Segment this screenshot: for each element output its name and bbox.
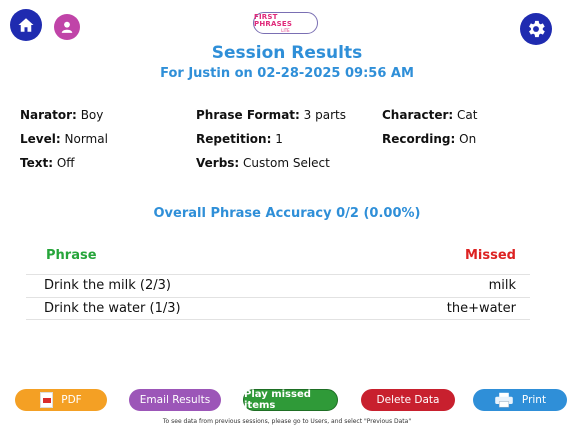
logo-subtext: LITE — [281, 27, 290, 33]
logo-text: FIRST PHRASES — [254, 12, 293, 28]
column-header-missed: Missed — [465, 248, 516, 263]
footer-note: To see data from previous sessions, plea… — [162, 418, 412, 425]
setting-key: Repetition: — [196, 132, 272, 146]
user-icon — [61, 21, 73, 33]
setting-key: Level: — [20, 132, 61, 146]
row-missed: the+water — [446, 301, 516, 316]
email-results-button[interactable]: Email Results — [129, 389, 221, 411]
home-button[interactable] — [10, 9, 42, 41]
overall-accuracy: Overall Phrase Accuracy 0/2 (0.00%) — [153, 206, 421, 221]
email-results-label: Email Results — [139, 394, 211, 406]
row-missed: milk — [488, 278, 516, 293]
setting-recording: Recording: On — [382, 132, 476, 146]
setting-key: Verbs: — [196, 156, 240, 170]
setting-value: Custom Select — [243, 156, 330, 170]
setting-verbs: Verbs: Custom Select — [196, 156, 330, 170]
setting-key: Character: — [382, 108, 454, 122]
play-missed-items-label: Play missed items — [244, 389, 311, 411]
setting-value: Off — [56, 156, 75, 170]
setting-value: Cat — [457, 108, 478, 122]
table-row[interactable]: Drink the water (1/3) the+water — [26, 297, 530, 320]
printer-icon — [495, 392, 513, 408]
print-button[interactable]: Print — [473, 389, 567, 411]
home-icon — [18, 18, 34, 32]
column-header-phrase: Phrase — [46, 248, 97, 263]
user-button[interactable] — [54, 14, 80, 40]
setting-value: 3 parts — [303, 108, 346, 122]
pdf-button-label: PDF — [61, 394, 82, 406]
setting-value: On — [459, 132, 477, 146]
pdf-icon — [40, 392, 54, 408]
delete-data-button[interactable]: Delete Data — [361, 389, 455, 411]
setting-character: Character: Cat — [382, 108, 477, 122]
setting-key: Phrase Format: — [196, 108, 300, 122]
delete-data-label: Delete Data — [376, 394, 440, 406]
results-table: Phrase Missed Drink the milk (2/3) milk … — [26, 244, 530, 320]
app-logo: FIRST PHRASES LITE — [253, 12, 318, 34]
setting-level: Level: Normal — [20, 132, 108, 146]
session-subtitle: For Justin on 02-28-2025 09:56 AM — [160, 66, 414, 81]
table-header: Phrase Missed — [26, 244, 530, 274]
setting-repetition: Repetition: 1 — [196, 132, 283, 146]
session-settings: Narator: Boy Phrase Format: 3 parts Char… — [20, 108, 560, 180]
setting-value: 1 — [275, 132, 283, 146]
setting-value: Boy — [80, 108, 104, 122]
gear-icon — [529, 20, 545, 38]
print-button-label: Print — [521, 394, 547, 406]
setting-value: Normal — [64, 132, 108, 146]
setting-narator: Narator: Boy — [20, 108, 103, 122]
setting-phrase-format: Phrase Format: 3 parts — [196, 108, 346, 122]
setting-key: Recording: — [382, 132, 456, 146]
settings-button[interactable] — [520, 13, 552, 45]
play-missed-items-button[interactable]: Play missed items — [243, 389, 338, 411]
setting-key: Narator: — [20, 108, 77, 122]
setting-text: Text: Off — [20, 156, 75, 170]
page-title: Session Results — [211, 43, 363, 63]
row-phrase: Drink the milk (2/3) — [44, 278, 171, 293]
pdf-button[interactable]: PDF — [15, 389, 107, 411]
setting-key: Text: — [20, 156, 54, 170]
row-phrase: Drink the water (1/3) — [44, 301, 181, 316]
table-row[interactable]: Drink the milk (2/3) milk — [26, 274, 530, 297]
